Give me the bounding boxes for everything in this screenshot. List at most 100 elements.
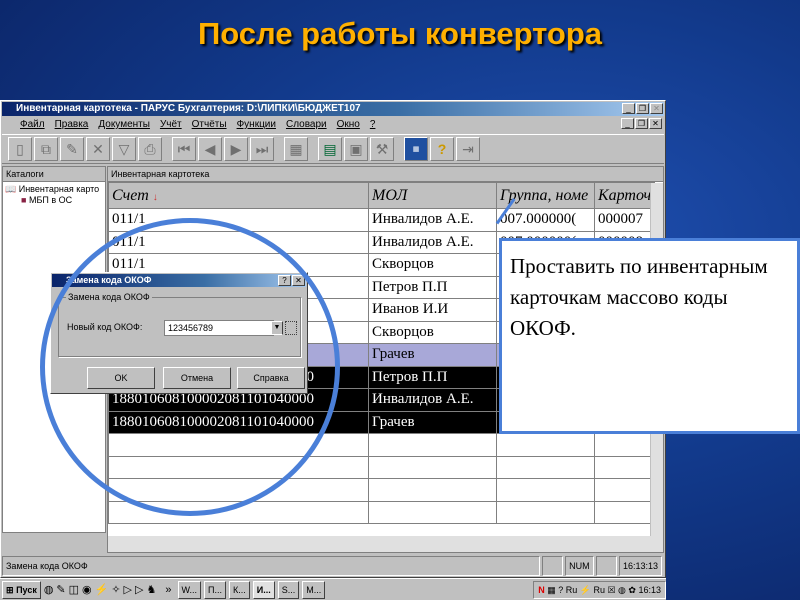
book-icon: 📖 bbox=[5, 184, 17, 194]
help-button[interactable]: Справка bbox=[237, 367, 305, 389]
table-cell[interactable] bbox=[368, 433, 497, 457]
next-icon[interactable]: ▶ bbox=[224, 137, 248, 161]
table-cell[interactable] bbox=[594, 455, 655, 479]
table-cell[interactable] bbox=[108, 433, 369, 457]
menu-file[interactable]: Файл bbox=[20, 117, 45, 133]
tree-item-mbp[interactable]: ■ МБП в ОС bbox=[5, 195, 103, 205]
column-card[interactable]: Карточ bbox=[594, 182, 655, 209]
last-icon[interactable]: ⏭ bbox=[250, 137, 274, 161]
print-icon[interactable]: ⎙ bbox=[138, 137, 162, 161]
menu-reports[interactable]: Отчёты bbox=[192, 117, 227, 133]
task-button-4[interactable]: И... bbox=[252, 580, 275, 599]
table-cell[interactable] bbox=[496, 478, 595, 502]
copy-icon[interactable]: ⧉ bbox=[34, 137, 58, 161]
table-cell[interactable] bbox=[108, 455, 369, 479]
table-cell[interactable] bbox=[496, 500, 595, 524]
exit-icon[interactable]: ⇥ bbox=[456, 137, 480, 161]
table-cell[interactable] bbox=[368, 455, 497, 479]
table-row[interactable] bbox=[108, 500, 655, 524]
table-row[interactable] bbox=[108, 478, 655, 502]
menu-window[interactable]: Окно bbox=[337, 117, 360, 133]
sort-icon: ↓ bbox=[152, 191, 158, 203]
task-button-5[interactable]: S... bbox=[277, 580, 300, 599]
mdi-restore-button[interactable]: ❐ bbox=[635, 118, 648, 129]
num-indicator: NUM bbox=[565, 556, 594, 576]
table-cell[interactable]: Инвалидов А.Е. bbox=[368, 388, 497, 412]
table-cell[interactable]: Скворцов bbox=[368, 320, 497, 344]
table-row[interactable] bbox=[108, 433, 655, 457]
table-cell[interactable]: Грачев bbox=[368, 343, 497, 367]
table-cell[interactable]: 011/1 bbox=[108, 208, 369, 232]
menu-dictionaries[interactable]: Словари bbox=[286, 117, 327, 133]
horizontal-scrollbar[interactable] bbox=[108, 536, 663, 552]
table-cell[interactable] bbox=[594, 478, 655, 502]
table-cell[interactable]: Петров П.П bbox=[368, 365, 497, 389]
task-button-3[interactable]: К... bbox=[229, 580, 250, 599]
dialog-help-icon[interactable]: ? bbox=[278, 275, 291, 286]
book-icon: ■ bbox=[21, 195, 27, 205]
table-cell[interactable]: 188010608100002081101040000 bbox=[108, 410, 369, 434]
status-time: 16:13:13 bbox=[618, 556, 663, 576]
tools-icon[interactable]: ⚒ bbox=[370, 137, 394, 161]
calculator-icon[interactable]: ▤ bbox=[318, 137, 342, 161]
menu-edit[interactable]: Правка bbox=[55, 117, 89, 133]
taskbar: ⊞ Пуск ◍✎◫◉⚡✧▷▷♞ » W... П... К... И... S… bbox=[0, 578, 666, 600]
new-icon[interactable]: ▯ bbox=[8, 137, 32, 161]
grid-icon[interactable]: ▦ bbox=[284, 137, 308, 161]
table-cell[interactable]: 000007 bbox=[594, 208, 655, 232]
edit-icon[interactable]: ✎ bbox=[60, 137, 84, 161]
ok-button[interactable]: OK bbox=[87, 367, 155, 389]
dialog-close-icon[interactable]: ✕ bbox=[292, 275, 305, 286]
table-cell[interactable]: Иванов И.И bbox=[368, 298, 497, 322]
menu-documents[interactable]: Документы bbox=[98, 117, 150, 133]
okof-input[interactable]: 123456789 bbox=[164, 320, 274, 336]
close-button[interactable]: ✕ bbox=[650, 103, 663, 114]
toolbar: ▯ ⧉ ✎ ✕ ▽ ⎙ ⏮ ◀ ▶ ⏭ ▦ ▤ ▣ ⚒ ▦ ? ⇥ bbox=[2, 134, 664, 164]
table-cell[interactable] bbox=[496, 455, 595, 479]
table-cell[interactable] bbox=[108, 500, 369, 524]
task-button-6[interactable]: М... bbox=[302, 580, 326, 599]
mdi-minimize-button[interactable]: _ bbox=[621, 118, 634, 129]
table-cell[interactable]: 011/1 bbox=[108, 230, 369, 254]
mdi-close-button[interactable]: ✕ bbox=[649, 118, 662, 129]
group-label: Замена кода ОКОФ bbox=[66, 292, 152, 302]
status-bar: Замена кода ОКОФ NUM 16:13:13 bbox=[2, 556, 664, 576]
table-cell[interactable]: Скворцов bbox=[368, 253, 497, 277]
table-cell[interactable]: 007.000000( bbox=[496, 208, 595, 232]
quicklaunch-icons[interactable]: ◍✎◫◉⚡✧▷▷♞ » bbox=[44, 583, 175, 596]
table-cell[interactable]: Петров П.П bbox=[368, 275, 497, 299]
calendar-icon[interactable]: ▣ bbox=[344, 137, 368, 161]
cancel-button[interactable]: Отмена bbox=[163, 367, 231, 389]
help-icon[interactable]: ? bbox=[430, 137, 454, 161]
table-cell[interactable] bbox=[108, 478, 369, 502]
menu-functions[interactable]: Функции bbox=[237, 117, 276, 133]
windows-icon: ⊞ bbox=[6, 584, 14, 595]
table-row[interactable]: 011/1 Инвалидов А.Е. 007.000000(000007 bbox=[108, 208, 655, 232]
table-cell[interactable] bbox=[594, 500, 655, 524]
table-cell[interactable] bbox=[594, 433, 655, 457]
table-cell[interactable]: Грачев bbox=[368, 410, 497, 434]
system-icon[interactable]: ▦ bbox=[404, 137, 428, 161]
task-button-1[interactable]: W... bbox=[177, 580, 202, 599]
table-row[interactable] bbox=[108, 455, 655, 479]
lookup-button[interactable] bbox=[285, 321, 297, 335]
table-cell[interactable] bbox=[368, 500, 497, 524]
task-button-2[interactable]: П... bbox=[204, 580, 226, 599]
column-account[interactable]: Счет ↓ bbox=[108, 182, 369, 209]
menu-help[interactable]: ? bbox=[370, 117, 376, 133]
dropdown-arrow-icon[interactable]: ▼ bbox=[271, 321, 283, 335]
minimize-button[interactable]: _ bbox=[622, 103, 635, 114]
table-cell[interactable] bbox=[496, 433, 595, 457]
start-button[interactable]: ⊞ Пуск bbox=[2, 580, 41, 599]
menu-accounting[interactable]: Учёт bbox=[160, 117, 182, 133]
column-mol[interactable]: МОЛ bbox=[368, 182, 497, 209]
table-cell[interactable]: Инвалидов А.Е. bbox=[368, 208, 497, 232]
table-cell[interactable]: Инвалидов А.Е. bbox=[368, 230, 497, 254]
first-icon[interactable]: ⏮ bbox=[172, 137, 196, 161]
table-cell[interactable] bbox=[368, 478, 497, 502]
delete-icon[interactable]: ✕ bbox=[86, 137, 110, 161]
filter-icon[interactable]: ▽ bbox=[112, 137, 136, 161]
prev-icon[interactable]: ◀ bbox=[198, 137, 222, 161]
restore-button[interactable]: ❐ bbox=[636, 103, 649, 114]
tree-item-inventory[interactable]: 📖 Инвентарная карто bbox=[5, 184, 103, 195]
